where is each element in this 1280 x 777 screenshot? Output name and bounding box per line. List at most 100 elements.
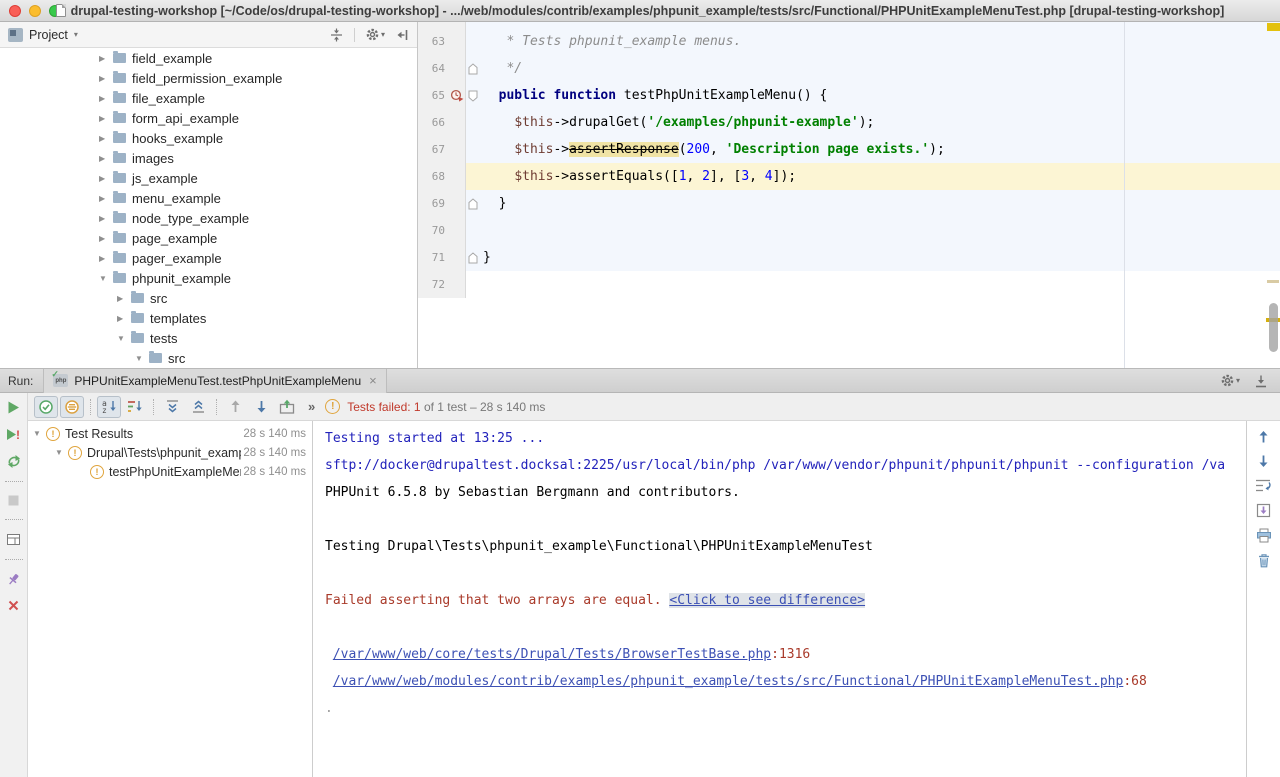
expand-arrow-icon[interactable]: ▶: [99, 254, 111, 263]
code-token: '/examples/phpunit-example': [647, 115, 858, 130]
toggle-auto-test-icon[interactable]: [6, 454, 22, 469]
console-text: PHPUnit 6.5.8 by Sebastian Bergmann and …: [325, 485, 740, 500]
fold-end-icon[interactable]: [468, 63, 478, 75]
restore-layout-icon[interactable]: [6, 532, 21, 547]
fold-end-icon[interactable]: [468, 198, 478, 210]
project-tree-item[interactable]: ▶js_example: [0, 168, 417, 188]
collapse-arrow-icon[interactable]: ▼: [99, 274, 111, 283]
scroll-from-source-icon[interactable]: [329, 28, 344, 42]
test-tree-row[interactable]: ▼!Test Results28 s 140 ms: [28, 424, 312, 443]
editor-scrollbar-thumb[interactable]: [1269, 303, 1278, 352]
project-tree-item[interactable]: ▶templates: [0, 308, 417, 328]
close-icon[interactable]: [7, 599, 20, 612]
console-link[interactable]: <Click to see difference>: [669, 593, 865, 608]
project-tree-item[interactable]: ▼tests: [0, 328, 417, 348]
fold-start-icon[interactable]: [468, 90, 478, 102]
clock-test-failed-icon[interactable]: [450, 89, 464, 102]
hide-panel-icon[interactable]: [395, 28, 409, 42]
project-panel-title[interactable]: Project: [29, 28, 68, 42]
expand-arrow-icon[interactable]: ▶: [99, 134, 111, 143]
settings-gear-icon[interactable]: ▾: [1220, 373, 1240, 388]
project-tree-item[interactable]: ▶field_permission_example: [0, 68, 417, 88]
project-tree-item[interactable]: ▶form_api_example: [0, 108, 417, 128]
expand-arrow-icon[interactable]: ▶: [99, 174, 111, 183]
code-editor[interactable]: 63 * Tests phpunit_example menus.64 */65…: [418, 22, 1280, 368]
project-tree-item[interactable]: ▼src: [0, 348, 417, 368]
scroll-to-end-icon[interactable]: [1256, 503, 1271, 518]
test-console-output[interactable]: Testing started at 13:25 ...sftp://docke…: [313, 421, 1246, 777]
minimize-window-button[interactable]: [29, 5, 41, 17]
project-tree-item[interactable]: ▶field_example: [0, 48, 417, 68]
expand-arrow-icon[interactable]: ▶: [99, 94, 111, 103]
project-tree-item[interactable]: ▼phpunit_example: [0, 268, 417, 288]
console-text: Testing started at 13:25 ...: [325, 431, 544, 446]
console-link[interactable]: /var/www/web/modules/contrib/examples/ph…: [333, 674, 1124, 689]
code-text[interactable]: $this->drupalGet('/examples/phpunit-exam…: [480, 109, 1280, 136]
error-stripe-mark[interactable]: [1267, 23, 1280, 31]
hide-toolwindow-icon[interactable]: [1254, 374, 1268, 388]
project-tree-item[interactable]: ▶node_type_example: [0, 208, 417, 228]
project-tree-item[interactable]: ▶images: [0, 148, 417, 168]
project-tree-item[interactable]: ▶src: [0, 288, 417, 308]
collapse-arrow-icon[interactable]: ▼: [117, 334, 129, 343]
show-passed-icon[interactable]: [34, 396, 58, 418]
expand-arrow-icon[interactable]: ▶: [99, 154, 111, 163]
expand-arrow-icon[interactable]: ▶: [117, 314, 129, 323]
expand-arrow-icon[interactable]: ▶: [117, 294, 129, 303]
collapse-arrow-icon[interactable]: ▼: [33, 429, 46, 438]
expand-arrow-icon[interactable]: ▶: [99, 74, 111, 83]
sort-alphabetically-icon[interactable]: az: [97, 396, 121, 418]
project-tree-item[interactable]: ▶page_example: [0, 228, 417, 248]
previous-occurrence-icon[interactable]: [223, 396, 247, 418]
code-text[interactable]: $this->assertResponse(200, 'Description …: [480, 136, 1280, 163]
settings-gear-icon[interactable]: ▾: [365, 27, 385, 42]
code-text[interactable]: * Tests phpunit_example menus.: [480, 28, 1280, 55]
run-panel-body: ! az » ! Tests failed: 1 of 1 test – 28 …: [0, 393, 1280, 777]
test-tree-row[interactable]: ▼!Drupal\Tests\phpunit_example\Functiona…: [28, 443, 312, 462]
project-tree-item[interactable]: ▶file_example: [0, 88, 417, 108]
fold-end-icon[interactable]: [468, 252, 478, 264]
rerun-icon[interactable]: [6, 400, 21, 415]
console-line: [325, 614, 1246, 641]
code-text[interactable]: }: [480, 190, 1280, 217]
rerun-failed-tests-icon[interactable]: !: [5, 427, 22, 442]
soft-wrap-icon[interactable]: [1255, 478, 1272, 493]
expand-all-icon[interactable]: [160, 396, 184, 418]
expand-arrow-icon[interactable]: ▶: [99, 54, 111, 63]
test-tree-row[interactable]: !testPhpUnitExampleMenu28 s 140 ms: [28, 462, 312, 481]
error-stripe-mark[interactable]: [1267, 280, 1279, 283]
expand-arrow-icon[interactable]: ▶: [99, 214, 111, 223]
scroll-to-top-icon[interactable]: [1257, 430, 1270, 444]
code-text[interactable]: */: [480, 55, 1280, 82]
code-text[interactable]: [480, 217, 1280, 244]
code-text[interactable]: $this->assertEquals([1, 2], [3, 4]);: [480, 163, 1280, 190]
close-tab-icon[interactable]: ×: [369, 373, 377, 388]
collapse-arrow-icon[interactable]: ▼: [55, 448, 68, 457]
code-text[interactable]: public function testPhpUnitExampleMenu()…: [480, 82, 1280, 109]
expand-arrow-icon[interactable]: ▶: [99, 114, 111, 123]
expand-arrow-icon[interactable]: ▶: [99, 234, 111, 243]
project-tree-item[interactable]: ▶pager_example: [0, 248, 417, 268]
more-actions-icon[interactable]: »: [308, 399, 315, 414]
pin-icon[interactable]: [6, 572, 21, 587]
collapse-all-icon[interactable]: [186, 396, 210, 418]
show-ignored-icon[interactable]: [60, 396, 84, 418]
expand-arrow-icon[interactable]: ▶: [99, 194, 111, 203]
import-export-results-icon[interactable]: [275, 396, 299, 418]
project-tree-item[interactable]: ▶menu_example: [0, 188, 417, 208]
console-link[interactable]: /var/www/web/core/tests/Drupal/Tests/Bro…: [333, 647, 771, 662]
code-text[interactable]: [480, 271, 1280, 298]
clear-all-icon[interactable]: [1257, 553, 1271, 568]
project-tree-item[interactable]: ▶hooks_example: [0, 128, 417, 148]
fold-column: [466, 55, 480, 82]
run-tab[interactable]: php✓ PHPUnitExampleMenuTest.testPhpUnitE…: [43, 369, 386, 393]
stop-icon[interactable]: [7, 494, 20, 507]
collapse-arrow-icon[interactable]: ▼: [135, 354, 147, 363]
code-text[interactable]: }: [480, 244, 1280, 271]
scroll-to-bottom-icon[interactable]: [1257, 454, 1270, 468]
chevron-down-icon[interactable]: ▾: [74, 30, 78, 39]
next-occurrence-icon[interactable]: [249, 396, 273, 418]
sort-by-duration-icon[interactable]: [123, 396, 147, 418]
close-window-button[interactable]: [9, 5, 21, 17]
print-icon[interactable]: [1256, 528, 1272, 543]
